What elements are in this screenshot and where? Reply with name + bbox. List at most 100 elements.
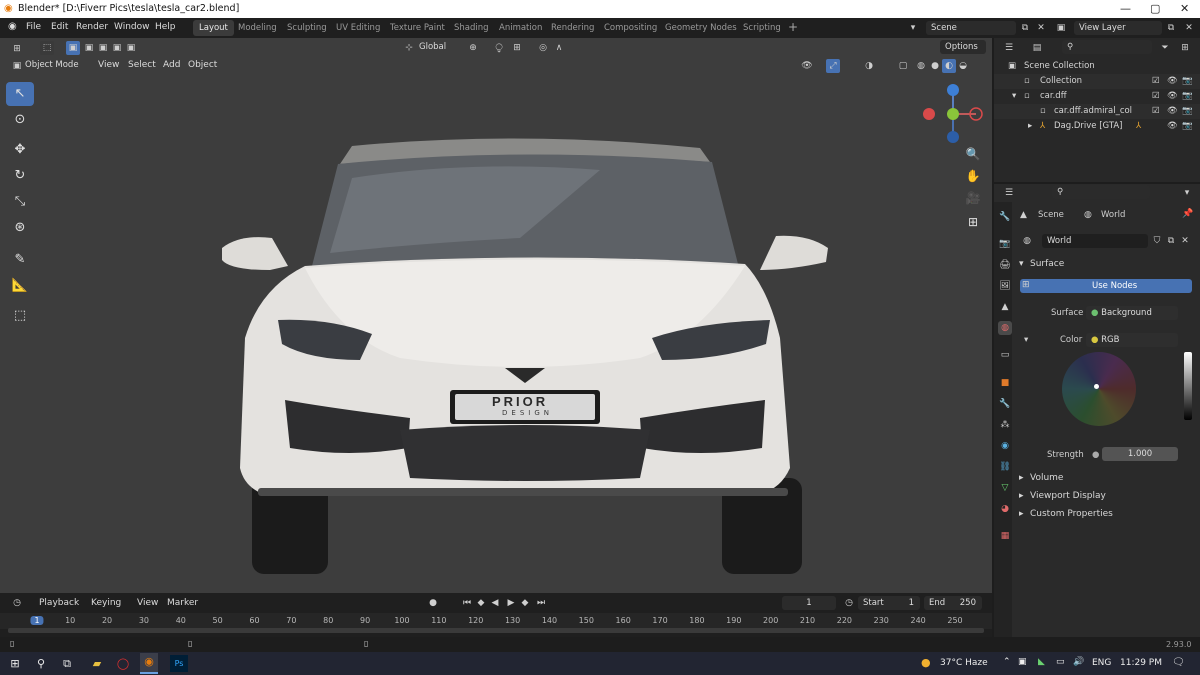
tab-scripting[interactable]: Scripting [737, 20, 787, 36]
scene-tab-icon[interactable]: ▲ [998, 300, 1012, 314]
render-camera-icon[interactable]: 📷 [1182, 76, 1193, 86]
jump-end-icon[interactable]: ⏭ [534, 596, 548, 610]
delete-view-layer-icon[interactable]: ✕ [1182, 21, 1196, 35]
timeline-menu-playback[interactable]: Playback [39, 598, 79, 608]
select-mode-subtract-icon[interactable]: ▣ [96, 41, 110, 55]
custom-properties-arrow-icon[interactable]: ▸ [1019, 509, 1024, 519]
duplicate-world-icon[interactable]: ⧉ [1164, 234, 1178, 248]
zoom-icon[interactable]: 🔍 [962, 143, 984, 165]
clock[interactable]: 11:29 PM [1120, 658, 1162, 668]
menu-file[interactable]: File [26, 22, 41, 32]
color-wheel[interactable] [1062, 352, 1136, 426]
file-explorer-icon[interactable]: ▰ [88, 655, 106, 672]
constraints-tab-icon[interactable]: ⛓ [998, 460, 1012, 474]
menu-window[interactable]: Window [114, 22, 150, 32]
frame-tick[interactable]: 30 [139, 616, 149, 625]
taskbar-search-icon[interactable]: ⚲ [32, 655, 50, 672]
measure-tool-icon[interactable]: 📐 [6, 274, 34, 298]
expand-arrow-icon[interactable]: ▸ [1028, 121, 1032, 131]
outliner-row-admiral-col[interactable]: ▫ car.dff.admiral_col ☑ 👁 📷 [994, 104, 1200, 119]
hide-eye-icon[interactable]: 👁 [1167, 106, 1178, 116]
collection-tab-icon[interactable]: ▭ [998, 348, 1012, 362]
properties-options-icon[interactable]: ▾ [1180, 186, 1194, 200]
outliner-search-input[interactable]: ⚲ [1062, 40, 1152, 54]
next-keyframe-icon[interactable]: ◆ [518, 596, 532, 610]
shading-material-icon[interactable]: ◐ [942, 59, 956, 73]
timeline-editor-type-icon[interactable]: ◷ [10, 596, 24, 610]
transform-tool-icon[interactable]: ⊛ [6, 216, 34, 240]
frame-tick[interactable]: 50 [213, 616, 223, 625]
hide-eye-icon[interactable]: 👁 [1167, 91, 1178, 101]
vp-menu-view[interactable]: View [98, 60, 119, 70]
ortho-grid-icon[interactable]: ⊞ [962, 211, 984, 233]
material-tab-icon[interactable]: ◕ [998, 502, 1012, 516]
frame-tick[interactable]: 220 [837, 616, 852, 625]
object-data-tab-icon[interactable]: ▽ [998, 481, 1012, 495]
use-nodes-button[interactable]: ⊞ Use Nodes [1020, 279, 1192, 293]
maximize-icon[interactable]: ▢ [1150, 2, 1160, 15]
frame-tick[interactable]: 190 [726, 616, 741, 625]
mode-dropdown[interactable]: Object Mode [20, 58, 90, 72]
add-cube-tool-icon[interactable]: ⬚ [6, 304, 34, 328]
timeline-menu-marker[interactable]: Marker [167, 598, 198, 608]
play-icon[interactable]: ▶ [504, 596, 518, 610]
vp-menu-object[interactable]: Object [188, 60, 217, 70]
volume-icon[interactable]: 🔊 [1073, 657, 1084, 667]
tab-modeling[interactable]: Modeling [232, 20, 283, 36]
color-wheel-cursor[interactable] [1094, 384, 1099, 389]
cursor-tool-icon[interactable]: ⊙ [6, 108, 34, 132]
display-mode-icon[interactable]: ▤ [1030, 41, 1044, 55]
frame-tick[interactable]: 80 [323, 616, 333, 625]
frame-tick[interactable]: 130 [505, 616, 520, 625]
select-mode-new-icon[interactable]: ▣ [66, 41, 80, 55]
minimize-icon[interactable]: — [1120, 2, 1131, 15]
tab-texture-paint[interactable]: Texture Paint [384, 20, 451, 36]
overlays-icon[interactable]: ◑ [862, 59, 876, 73]
world-tab-icon[interactable]: ◍ [998, 321, 1012, 335]
view-layer-icon[interactable]: ▣ [1054, 21, 1068, 35]
hide-eye-icon[interactable]: 👁 [1167, 121, 1178, 131]
render-camera-icon[interactable]: 📷 [1182, 106, 1193, 116]
camera-icon[interactable]: 🎥 [962, 187, 984, 209]
frame-tick[interactable]: 170 [652, 616, 667, 625]
network-icon[interactable]: ▭ [1056, 657, 1065, 667]
current-frame-marker[interactable]: 1 [30, 616, 44, 625]
surface-section-arrow-icon[interactable]: ▾ [1019, 259, 1024, 269]
tab-sculpting[interactable]: Sculpting [281, 20, 333, 36]
preview-range-icon[interactable]: ◷ [842, 596, 856, 610]
value-slider[interactable] [1184, 352, 1192, 420]
tab-compositing[interactable]: Compositing [598, 20, 663, 36]
frame-tick[interactable]: 90 [360, 616, 370, 625]
frame-tick[interactable]: 240 [910, 616, 925, 625]
modifier-wrench-icon[interactable]: 🔧 [998, 397, 1012, 411]
record-icon[interactable]: ● [426, 596, 440, 610]
select-mode-invert-icon[interactable]: ▣ [110, 41, 124, 55]
play-reverse-icon[interactable]: ◀ [488, 596, 502, 610]
transform-orientation-dropdown[interactable]: Global [414, 40, 460, 54]
select-box-tool-icon[interactable]: ↖ [6, 82, 34, 106]
surface-shader-field[interactable]: ● Background [1086, 306, 1178, 320]
start-frame-field[interactable]: Start 1 [858, 596, 920, 610]
world-name-field[interactable]: World [1042, 234, 1148, 248]
frame-tick[interactable]: 70 [286, 616, 296, 625]
new-collection-icon[interactable]: ⊞ [1178, 41, 1192, 55]
expand-arrow-icon[interactable]: ▾ [1012, 91, 1016, 101]
frame-tick[interactable]: 120 [468, 616, 483, 625]
notifications-icon[interactable]: 🗨 [1172, 657, 1185, 668]
render-camera-icon[interactable]: 📷 [1182, 91, 1193, 101]
menu-render[interactable]: Render [76, 22, 108, 32]
color-expand-arrow-icon[interactable]: ▾ [1024, 335, 1028, 345]
frame-tick[interactable]: 160 [616, 616, 631, 625]
xray-icon[interactable]: ▢ [896, 59, 910, 73]
snap-target-icon[interactable]: ⊞ [510, 41, 524, 55]
blender-menu-icon[interactable]: ◉ [8, 21, 17, 32]
move-tool-icon[interactable]: ✥ [6, 138, 34, 162]
frame-tick[interactable]: 250 [947, 616, 962, 625]
timeline-scrollbar[interactable] [8, 628, 984, 633]
filter-icon[interactable]: ⏷ [1158, 41, 1172, 55]
gizmo-x-axis[interactable] [923, 108, 935, 120]
outliner-row-scene-collection[interactable]: ▣ Scene Collection [994, 59, 1200, 74]
shading-solid-icon[interactable]: ● [928, 59, 942, 73]
options-dropdown[interactable]: Options [940, 40, 986, 54]
frame-tick[interactable]: 230 [874, 616, 889, 625]
